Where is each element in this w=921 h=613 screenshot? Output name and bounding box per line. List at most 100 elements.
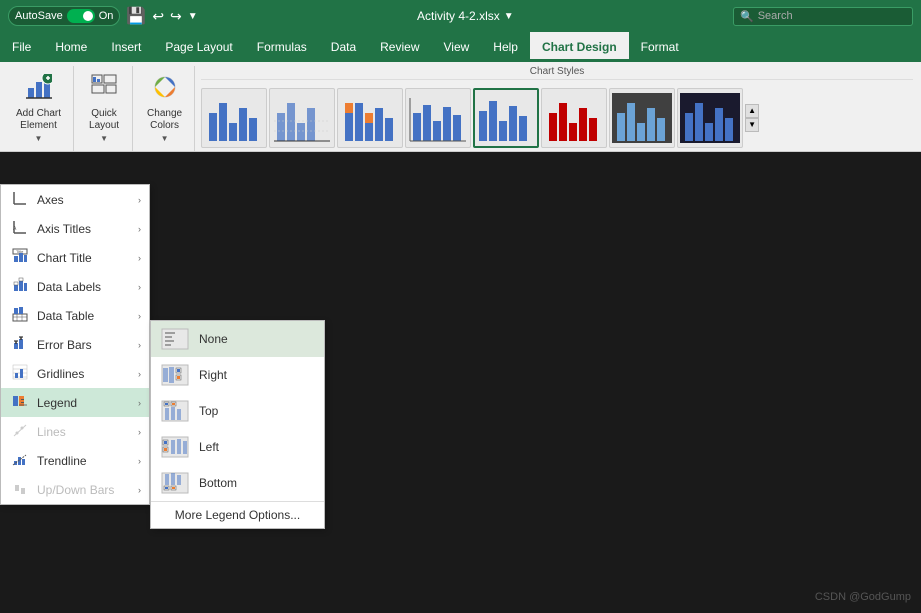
chart-styles-section: Chart Styles (197, 66, 917, 151)
trendline-icon (11, 451, 29, 470)
legend-right-icon (161, 363, 189, 387)
legend-left-label: Left (199, 440, 314, 454)
axes-label: Axes (37, 193, 64, 207)
dropdown-axes[interactable]: Axes › (1, 185, 149, 214)
error-bars-icon (11, 335, 29, 354)
quick-layout-arrow: ▼ (100, 134, 108, 143)
chart-styles-row: ▲ ▼ (201, 84, 913, 151)
data-table-icon (11, 306, 29, 325)
trendline-label: Trendline (37, 454, 87, 468)
chart-styles-label: Chart Styles (201, 66, 913, 80)
file-dropdown-icon[interactable]: ▼ (504, 11, 514, 22)
search-icon: 🔍 (740, 10, 754, 23)
dropdown-data-table[interactable]: Data Table › (1, 301, 149, 330)
gridlines-label: Gridlines (37, 367, 84, 381)
menu-help[interactable]: Help (481, 32, 530, 62)
ribbon: Add ChartElement ▼ QuickLayou (0, 62, 921, 152)
dropdown-error-bars[interactable]: Error Bars › (1, 330, 149, 359)
dropdown-menu: Axes › A Axis Titles › Title Chart Title… (0, 184, 150, 505)
legend-top[interactable]: Top (151, 393, 324, 429)
menu-insert[interactable]: Insert (99, 32, 153, 62)
axes-icon (11, 190, 29, 209)
menu-page-layout[interactable]: Page Layout (153, 32, 244, 62)
svg-text:A: A (13, 226, 17, 232)
updown-bars-icon (11, 480, 29, 499)
chart-style-2[interactable] (269, 88, 335, 148)
menu-format[interactable]: Format (629, 32, 691, 62)
error-bars-label: Error Bars (37, 338, 92, 352)
dropdown-gridlines[interactable]: Gridlines › (1, 359, 149, 388)
chart-style-3[interactable] (337, 88, 403, 148)
menu-formulas[interactable]: Formulas (245, 32, 319, 62)
updown-bars-arrow: › (138, 485, 141, 495)
data-table-label: Data Table (37, 309, 94, 323)
legend-right[interactable]: Right (151, 357, 324, 393)
menu-chart-design[interactable]: Chart Design (530, 32, 629, 62)
file-name: Activity 4-2.xlsx (417, 9, 500, 23)
legend-none[interactable]: None (151, 321, 324, 357)
chart-title-arrow: › (138, 253, 141, 263)
data-labels-label: Data Labels (37, 280, 101, 294)
autosave-badge[interactable]: AutoSave On (8, 6, 120, 26)
change-colors-button[interactable]: ChangeColors ▼ (141, 70, 188, 147)
add-chart-element-label: Add ChartElement (16, 108, 61, 132)
menu-view[interactable]: View (432, 32, 482, 62)
autosave-label: AutoSave (15, 10, 63, 22)
data-table-arrow: › (138, 311, 141, 321)
quick-access-dropdown[interactable]: ▼ (188, 11, 198, 22)
trendline-arrow: › (138, 456, 141, 466)
app-body: AutoSave On 💾 ↩ ↪ ▼ Activity 4-2.xlsx ▼ … (0, 0, 921, 613)
axis-titles-arrow: › (138, 224, 141, 234)
dropdown-data-labels[interactable]: Data Labels › (1, 272, 149, 301)
legend-label: Legend (37, 396, 77, 410)
chart-style-4[interactable] (405, 88, 471, 148)
chart-style-1[interactable] (201, 88, 267, 148)
dropdown-chart-title[interactable]: Title Chart Title › (1, 243, 149, 272)
title-bar-right: 🔍 Search (733, 7, 913, 26)
toggle-state-label: On (99, 10, 114, 22)
undo-icon[interactable]: ↩ (152, 8, 164, 25)
scroll-up-button[interactable]: ▲ (745, 104, 759, 118)
toggle-circle (83, 11, 93, 21)
save-icon[interactable]: 💾 (126, 6, 146, 26)
axis-titles-icon: A (11, 219, 29, 238)
ribbon-group-add-chart-element: Add ChartElement ▼ (4, 66, 74, 151)
menu-file[interactable]: File (0, 32, 43, 62)
chart-title-icon: Title (11, 248, 29, 267)
menu-home[interactable]: Home (43, 32, 99, 62)
scroll-down-button[interactable]: ▼ (745, 118, 759, 132)
change-colors-arrow: ▼ (161, 134, 169, 143)
redo-icon[interactable]: ↪ (170, 8, 182, 25)
chart-title-label: Chart Title (37, 251, 92, 265)
search-box[interactable]: 🔍 Search (733, 7, 913, 26)
change-colors-icon (152, 74, 178, 106)
menu-bar: File Home Insert Page Layout Formulas Da… (0, 32, 921, 62)
dropdown-axis-titles[interactable]: A Axis Titles › (1, 214, 149, 243)
legend-submenu: None Right (150, 320, 325, 529)
chart-style-6[interactable] (541, 88, 607, 148)
menu-data[interactable]: Data (319, 32, 368, 62)
legend-bottom-icon (161, 471, 189, 495)
dropdown-trendline[interactable]: Trendline › (1, 446, 149, 475)
chart-style-5[interactable] (473, 88, 539, 148)
add-chart-element-button[interactable]: Add ChartElement ▼ (10, 70, 67, 147)
search-placeholder: Search (758, 10, 793, 22)
autosave-toggle[interactable] (67, 9, 95, 23)
main-content: Axes › A Axis Titles › Title Chart Title… (0, 152, 921, 613)
more-legend-options-label: More Legend Options... (175, 508, 300, 522)
change-colors-label: ChangeColors (147, 108, 182, 132)
chart-style-8[interactable] (677, 88, 743, 148)
chart-styles-scroll: ▲ ▼ (745, 100, 761, 136)
dropdown-legend[interactable]: Legend › (1, 388, 149, 417)
add-chart-element-arrow: ▼ (35, 134, 43, 143)
legend-bottom[interactable]: Bottom (151, 465, 324, 501)
more-legend-options[interactable]: More Legend Options... (151, 501, 324, 528)
quick-layout-button[interactable]: QuickLayout ▼ (82, 70, 126, 147)
ribbon-group-quick-layout: QuickLayout ▼ (76, 66, 133, 151)
lines-arrow: › (138, 427, 141, 437)
legend-left[interactable]: Left (151, 429, 324, 465)
menu-review[interactable]: Review (368, 32, 431, 62)
ribbon-group-change-colors: ChangeColors ▼ (135, 66, 195, 151)
chart-style-7[interactable] (609, 88, 675, 148)
axes-arrow: › (138, 195, 141, 205)
